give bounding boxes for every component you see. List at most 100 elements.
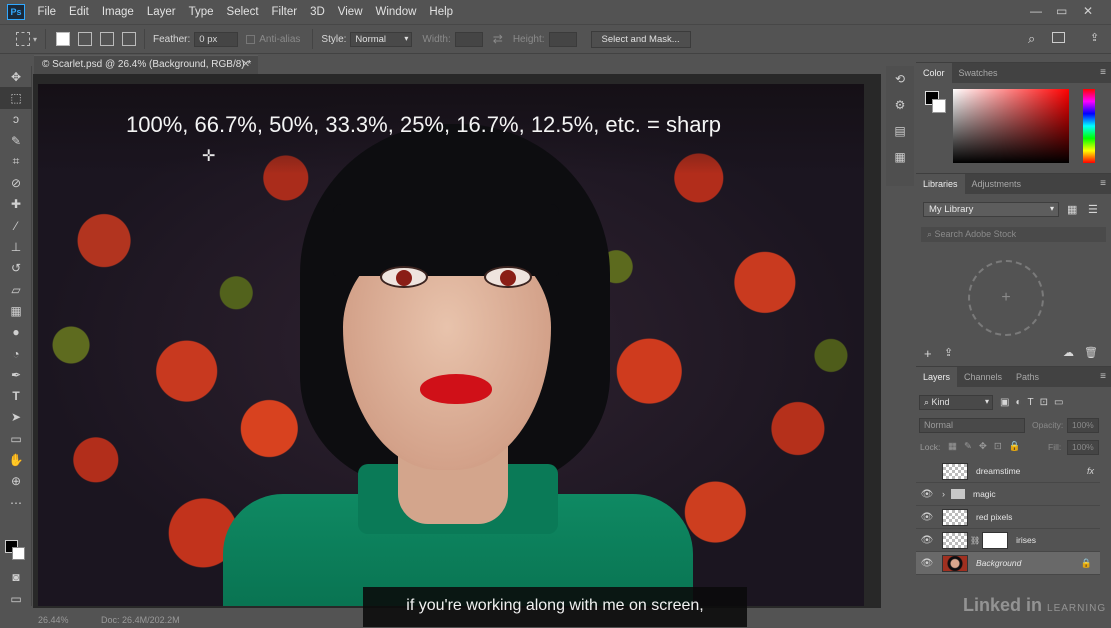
eyedropper-tool-icon[interactable]: ⊘ [0, 172, 32, 193]
menu-3d[interactable]: 3D [304, 0, 332, 24]
cloud-sync-icon[interactable]: ☁ [1063, 346, 1074, 359]
quick-mask-icon[interactable]: ◙ [0, 566, 32, 587]
lasso-tool-icon[interactable]: ↄ [0, 109, 32, 130]
antialias-checkbox[interactable] [246, 34, 256, 44]
hand-tool-icon[interactable]: ✋ [0, 449, 32, 470]
height-input[interactable] [548, 31, 577, 47]
eye-icon[interactable]: 👁 [916, 489, 938, 500]
select-and-mask-button[interactable]: Select and Mask... [590, 30, 691, 48]
fill-input[interactable]: 100% [1067, 440, 1099, 455]
menu-edit[interactable]: Edit [63, 0, 96, 24]
panel-menu-icon[interactable]: ≡ [1100, 371, 1106, 382]
more-tools-icon[interactable]: ⋯ [0, 492, 32, 513]
tab-channels[interactable]: Channels [957, 367, 1009, 387]
layer-filter-select[interactable]: ⌕ Kind ▾ [919, 395, 993, 410]
move-tool-icon[interactable]: ✥ [0, 66, 32, 87]
layer-comps-icon[interactable]: ▤ [886, 118, 914, 144]
tab-adjustments[interactable]: Adjustments [965, 174, 1029, 194]
color-picker-field[interactable] [953, 89, 1069, 163]
blend-mode-select[interactable]: Normal [919, 418, 1025, 433]
swap-icon[interactable]: ⇄ [493, 32, 503, 46]
new-selection-icon[interactable] [56, 32, 71, 46]
layer-mask-thumbnail[interactable] [982, 531, 1009, 549]
upload-icon[interactable]: ⇪ [944, 346, 953, 359]
panel-menu-icon[interactable]: ≡ [1100, 178, 1106, 189]
eye-icon[interactable]: 👁 [916, 558, 938, 569]
dodge-tool-icon[interactable]: ◔ [0, 343, 32, 364]
feather-input[interactable]: 0 px [194, 31, 239, 47]
history-panel-icon[interactable]: ⟲ [886, 66, 914, 92]
style-select[interactable]: Normal ▾ [350, 31, 413, 47]
intersect-selection-icon[interactable] [122, 32, 137, 46]
lock-icons[interactable]: ▦✎✥⊡🔒 [948, 441, 1028, 452]
menu-select[interactable]: Select [220, 0, 265, 24]
eye-icon[interactable]: 👁 [916, 512, 938, 523]
opacity-input[interactable]: 100% [1067, 418, 1099, 433]
healing-brush-icon[interactable]: ✚ [0, 194, 32, 215]
trash-icon[interactable]: 🗑 [1084, 346, 1098, 359]
screen-mode-icon[interactable]: ▭ [0, 588, 32, 609]
minimize-icon[interactable]: — [1030, 4, 1042, 18]
layer-row-background[interactable]: 👁 Background 🔒 [916, 552, 1100, 575]
layer-row-dreamstime[interactable]: dreamstime fx [916, 460, 1100, 483]
rectangle-tool-icon[interactable]: ▭ [0, 428, 32, 449]
chevron-down-icon[interactable]: ▾ [33, 35, 37, 44]
notes-icon[interactable]: ▦ [886, 144, 914, 170]
menu-help[interactable]: Help [423, 0, 460, 24]
zoom-level[interactable]: 26.44% [38, 615, 69, 625]
chevron-right-icon[interactable]: › [942, 489, 945, 499]
layer-filter-icons[interactable]: ▣◐T⊡▭ [1000, 397, 1069, 408]
lock-icon[interactable]: 🔒 [1081, 558, 1092, 569]
marquee-preset-icon[interactable] [16, 32, 30, 46]
menu-layer[interactable]: Layer [140, 0, 182, 24]
link-icon[interactable]: ⛓ [970, 536, 980, 545]
menu-type[interactable]: Type [182, 0, 220, 24]
document-canvas[interactable]: 100%, 66.7%, 50%, 33.3%, 25%, 16.7%, 12.… [38, 84, 864, 606]
close-icon[interactable]: ✕ [242, 56, 250, 74]
subtract-selection-icon[interactable] [100, 32, 115, 46]
menu-view[interactable]: View [331, 0, 369, 24]
grid-view-icon[interactable]: ▦ [1067, 203, 1077, 216]
properties-panel-icon[interactable]: ⚙ [886, 92, 914, 118]
background-color-swatch[interactable] [12, 547, 25, 560]
tab-swatches[interactable]: Swatches [952, 63, 1005, 83]
eraser-tool-icon[interactable]: ▱ [0, 279, 32, 300]
search-icon[interactable]: ⌕ [1028, 31, 1035, 47]
brush-tool-icon[interactable]: ⁄ [0, 215, 32, 236]
layer-row-red-pixels[interactable]: 👁 red pixels [916, 506, 1100, 529]
share-icon[interactable]: ⇪ [1090, 31, 1099, 44]
list-view-icon[interactable]: ☰ [1088, 203, 1098, 216]
panel-menu-icon[interactable]: ≡ [1100, 67, 1106, 78]
zoom-tool-icon[interactable]: ⊕ [0, 471, 32, 492]
tab-paths[interactable]: Paths [1009, 367, 1046, 387]
workspace-icon[interactable] [1052, 32, 1065, 43]
eye-icon[interactable]: 👁 [916, 535, 938, 546]
add-selection-icon[interactable] [78, 32, 93, 46]
close-icon[interactable]: ✕ [1083, 4, 1093, 18]
gradient-tool-icon[interactable]: ▦ [0, 300, 32, 321]
tab-color[interactable]: Color [916, 63, 952, 83]
layer-row-magic[interactable]: 👁 › magic [916, 483, 1100, 506]
blur-tool-icon[interactable]: ● [0, 322, 32, 343]
path-select-icon[interactable]: ➤ [0, 407, 32, 428]
library-select[interactable]: My Library ▾ [923, 202, 1059, 217]
tab-libraries[interactable]: Libraries [916, 174, 965, 194]
quick-select-tool-icon[interactable]: ✎ [0, 130, 32, 151]
menu-image[interactable]: Image [95, 0, 140, 24]
layer-row-irises[interactable]: 👁 ⛓ irises [916, 529, 1100, 552]
background-color-swatch[interactable] [932, 99, 946, 113]
crop-tool-icon[interactable]: ⌗ [0, 151, 32, 172]
width-input[interactable] [454, 31, 483, 47]
hue-slider[interactable] [1083, 89, 1095, 163]
menu-filter[interactable]: Filter [265, 0, 304, 24]
document-tab[interactable]: © Scarlet.psd @ 26.4% (Background, RGB/8… [34, 55, 258, 74]
fx-badge[interactable]: fx [1087, 466, 1094, 476]
marquee-tool-icon[interactable]: ⬚ [0, 87, 32, 109]
clone-stamp-icon[interactable]: ⊥ [0, 236, 32, 257]
history-brush-icon[interactable]: ↺ [0, 258, 32, 279]
stock-search-input[interactable]: ⌕ Search Adobe Stock [921, 227, 1106, 242]
restore-icon[interactable]: ▭ [1056, 4, 1067, 18]
add-icon[interactable]: + [924, 346, 932, 361]
menu-file[interactable]: File [31, 0, 63, 24]
menu-window[interactable]: Window [369, 0, 423, 24]
